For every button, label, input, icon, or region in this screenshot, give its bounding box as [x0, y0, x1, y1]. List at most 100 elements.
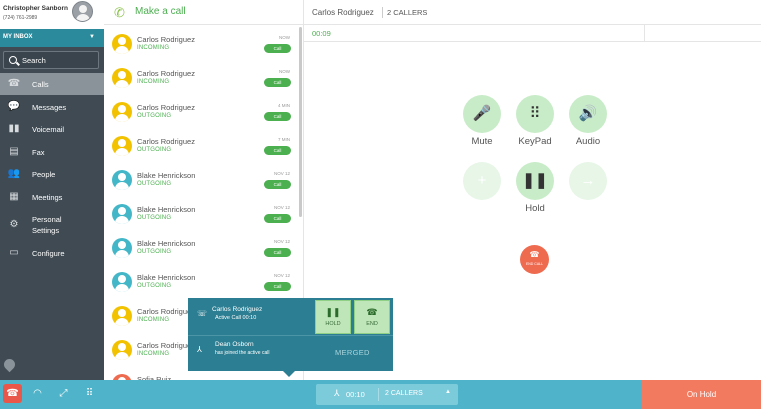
chevron-up-icon: ▲	[445, 389, 451, 395]
call-button[interactable]: Call	[264, 146, 291, 155]
list-scrollbar[interactable]	[299, 27, 302, 217]
inbox-selector[interactable]: MY INBOX ▼	[0, 29, 104, 47]
contact-name: Blake Henrickson	[137, 239, 196, 248]
call-row[interactable]: Carlos Rodriguez INCOMING NOW Call	[104, 27, 300, 61]
sidebar-item-meetings[interactable]: ▦ Meetings	[0, 186, 104, 208]
contact-name: Blake Henrickson	[137, 205, 196, 214]
hold-label: Hold	[525, 203, 545, 214]
caret-down-icon: ▼	[89, 34, 95, 40]
call-time: NOW	[279, 69, 290, 74]
avatar[interactable]	[72, 1, 93, 22]
call-button[interactable]: Call	[264, 44, 291, 53]
profile-name: Christopher Sanborn	[3, 5, 69, 12]
call-button[interactable]: Call	[264, 248, 291, 257]
search-input[interactable]: Search	[3, 51, 99, 69]
call-timer-row: 00:09	[304, 25, 761, 42]
end-call-button[interactable]: ☎ END CALL	[520, 245, 549, 274]
call-row[interactable]: Carlos Rodriguez OUTGOING 7 MIN Call	[104, 129, 300, 163]
keypad-icon[interactable]: ⠿	[80, 384, 99, 403]
voicemail-icon: ▮▮	[8, 123, 20, 134]
inbox-label: MY INBOX	[3, 34, 33, 40]
profile-header[interactable]: Christopher Sanborn (724) 761-2989	[0, 0, 104, 29]
call-row[interactable]: Blake Henrickson OUTGOING NOV 12 Call	[104, 197, 300, 231]
call-button[interactable]: Call	[264, 112, 291, 121]
add-call-button: +	[463, 162, 501, 200]
contact-avatar	[112, 272, 132, 292]
on-hold-button[interactable]: On Hold	[642, 380, 761, 409]
joined-caller-name: Dean Osborn	[215, 341, 254, 348]
popup-caller-name: Carlos Rodriguez	[212, 306, 263, 313]
sidebar-item-voicemail[interactable]: ▮▮ Voicemail	[0, 118, 104, 140]
divider	[188, 335, 393, 336]
call-time: NOV 12	[273, 273, 290, 278]
contact-avatar	[112, 306, 132, 326]
sidebar-item-personal-settings[interactable]: ⚙ Personal Settings	[0, 212, 104, 238]
sidebar-item-calls[interactable]: ☎ Calls	[0, 73, 104, 95]
contact-avatar	[112, 238, 132, 258]
call-row[interactable]: Blake Henrickson OUTGOING NOV 12 Call	[104, 231, 300, 265]
call-direction: OUTGOING	[137, 113, 172, 119]
hangup-icon[interactable]: ☎	[3, 384, 22, 403]
add-call-icon: ✆	[114, 5, 125, 20]
call-row[interactable]: Blake Henrickson OUTGOING NOV 12 Call	[104, 265, 300, 299]
call-time: 4 MIN	[277, 103, 290, 108]
sidebar-item-label: Personal Settings	[32, 215, 62, 235]
call-direction: INCOMING	[137, 351, 170, 357]
contact-avatar	[112, 204, 132, 224]
meetings-icon: ▦	[9, 191, 19, 202]
hangup-icon: ☎	[529, 250, 540, 259]
hold-label: HOLD	[325, 321, 341, 327]
make-call-label: Make a call	[135, 6, 186, 17]
mute-button[interactable]: 🎤	[463, 95, 501, 133]
call-row[interactable]: Carlos Rodriguez INCOMING NOW Call	[104, 61, 300, 95]
popup-end-button[interactable]: ☎ END	[354, 300, 390, 334]
hold-button[interactable]: ❚❚	[516, 162, 554, 200]
call-button[interactable]: Call	[264, 180, 291, 189]
call-direction: OUTGOING	[137, 283, 172, 289]
call-header: Carlos Rodriguez 2 CALLERS	[304, 0, 761, 25]
location-pin-icon[interactable]	[1, 356, 18, 373]
keypad-button[interactable]: ⠿	[516, 95, 554, 133]
sidebar-item-people[interactable]: 👥 People	[0, 163, 104, 185]
active-call-popup: ☏ Carlos Rodriguez Active Call 00:10 ❚❚ …	[188, 298, 393, 377]
sidebar-item-label: Fax	[32, 148, 45, 157]
audio-button[interactable]: 🔊	[569, 95, 607, 133]
expand-icon[interactable]: ⤢	[54, 384, 73, 403]
sidebar-item-messages[interactable]: 💬 Messages	[0, 96, 104, 118]
transfer-button: →	[569, 162, 607, 200]
sidebar-item-fax[interactable]: ▤ Fax	[0, 141, 104, 163]
pause-icon: ❚❚	[522, 172, 548, 189]
sidebar-item-label: People	[32, 170, 56, 179]
call-time: NOV 12	[273, 205, 290, 210]
popup-hold-button[interactable]: ❚❚ HOLD	[315, 300, 351, 334]
chat-icon: 💬	[7, 101, 21, 112]
call-direction: OUTGOING	[137, 147, 172, 153]
wifi-icon[interactable]: ◠	[28, 384, 47, 403]
mute-label: Mute	[471, 136, 493, 147]
divider	[378, 388, 379, 401]
end-label: END	[366, 321, 378, 327]
on-hold-label: On Hold	[686, 390, 717, 399]
call-time: 7 MIN	[277, 137, 290, 142]
call-row[interactable]: Blake Henrickson OUTGOING NOV 12 Call	[104, 163, 300, 197]
make-call-header[interactable]: ✆ Make a call	[104, 0, 304, 25]
call-button[interactable]: Call	[264, 78, 291, 87]
gear-icon: ⚙	[9, 219, 19, 230]
call-direction: OUTGOING	[137, 181, 172, 187]
speaker-icon: 🔊	[578, 105, 598, 122]
merge-icon: ⅄	[197, 345, 202, 354]
contact-avatar	[112, 170, 132, 190]
active-call-status[interactable]: ⅄ 00:10 2 CALLERS ▲	[316, 384, 458, 405]
callers-count: 2 CALLERS	[387, 8, 428, 17]
call-button[interactable]: Call	[264, 214, 291, 223]
contact-name: Carlos Rodriguez	[137, 307, 195, 316]
contact-avatar	[112, 340, 132, 360]
call-time: NOV 12	[273, 171, 290, 176]
call-time: NOW	[279, 35, 290, 40]
call-row[interactable]: Carlos Rodriguez OUTGOING 4 MIN Call	[104, 95, 300, 129]
sidebar-item-label: Messages	[32, 103, 67, 112]
call-timer: 00:09	[312, 29, 331, 38]
call-button[interactable]: Call	[264, 282, 291, 291]
call-direction: OUTGOING	[137, 215, 172, 221]
sidebar-item-configure[interactable]: ▭ Configure	[0, 242, 104, 264]
